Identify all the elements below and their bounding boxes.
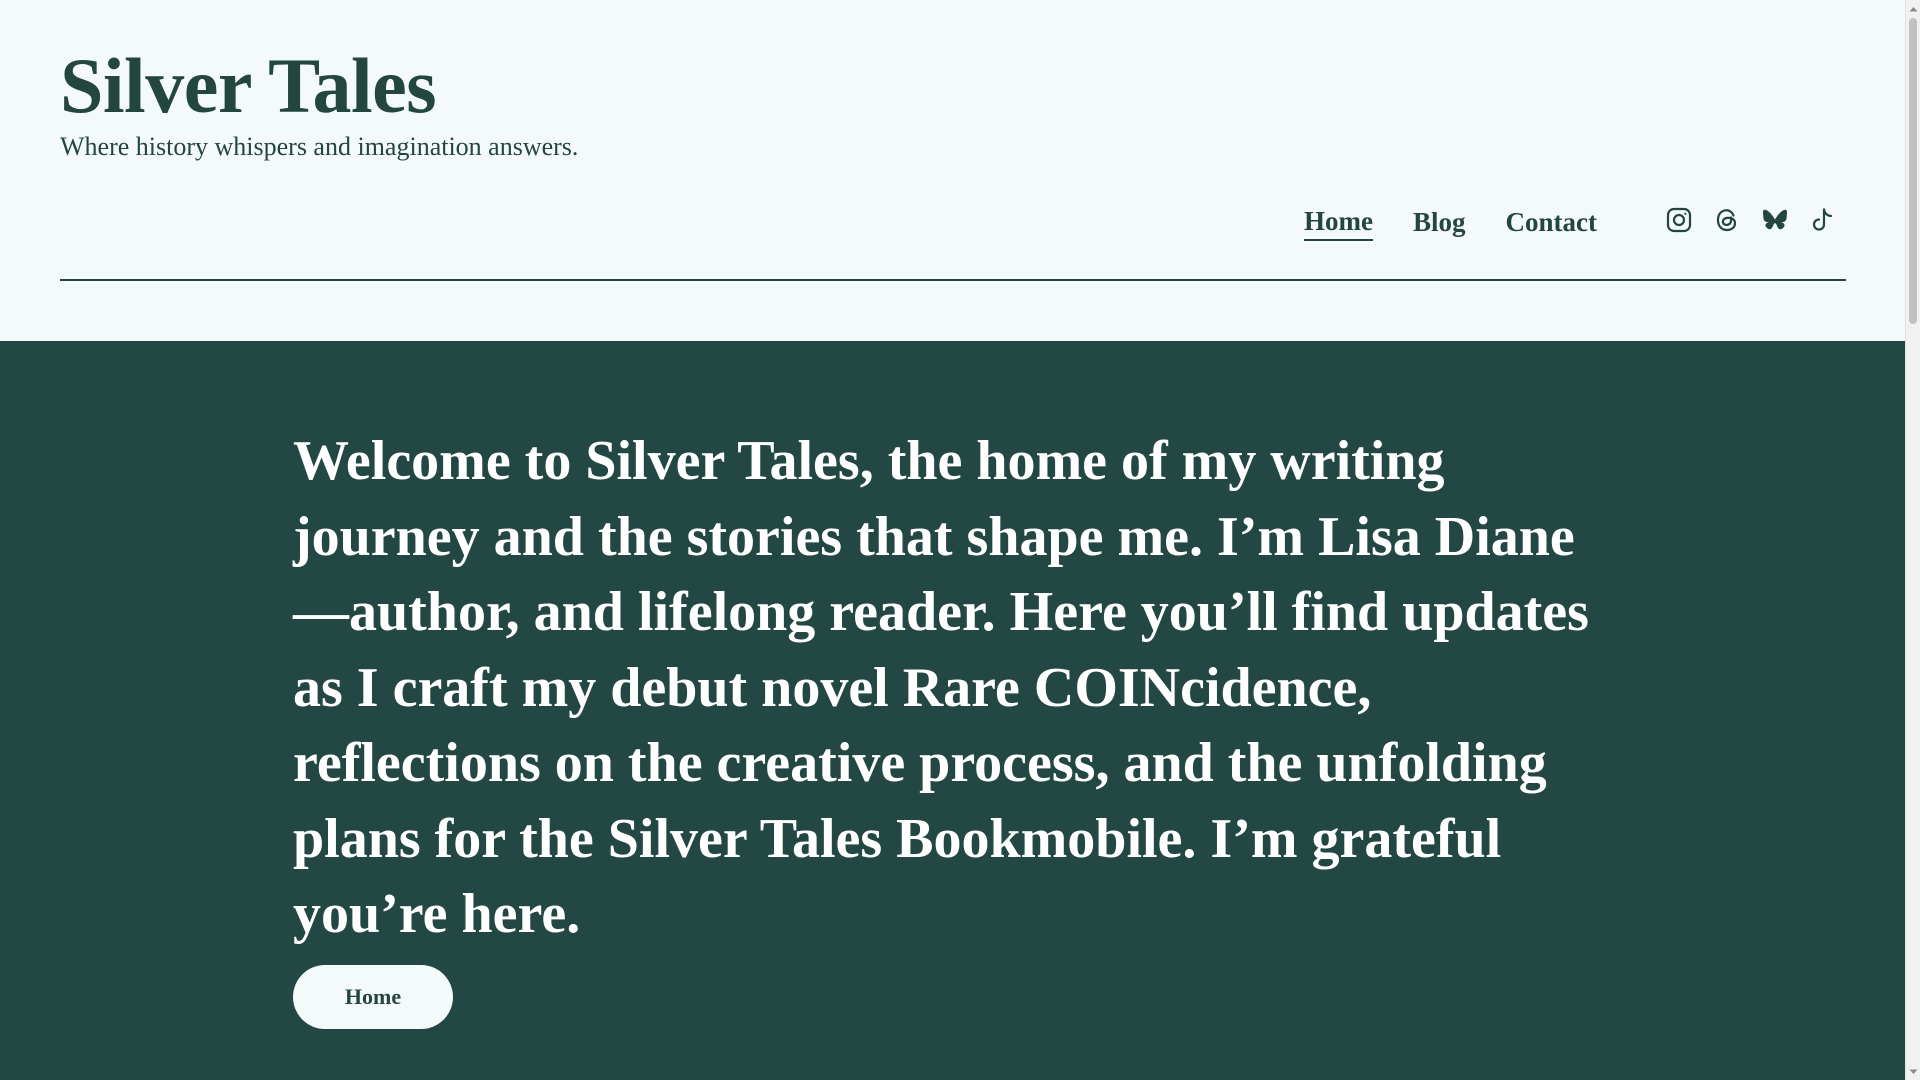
threads-icon[interactable] (1711, 204, 1743, 236)
scroll-up-icon[interactable] (1906, 0, 1920, 17)
nav-item-blog[interactable]: Blog (1413, 205, 1466, 239)
instagram-icon[interactable] (1663, 204, 1695, 236)
page: Silver Tales Where history whispers and … (0, 0, 1905, 1080)
vertical-scrollbar[interactable] (1905, 0, 1920, 1080)
scroll-down-icon[interactable] (1906, 1063, 1920, 1080)
hero-text: Welcome to Silver Tales, the home of my … (293, 430, 1589, 945)
bluesky-icon[interactable] (1759, 204, 1791, 236)
site-header: Silver Tales Where history whispers and … (0, 0, 1905, 341)
hero-section: Welcome to Silver Tales, the home of my … (0, 341, 1905, 1080)
site-tagline: Where history whispers and imagination a… (60, 132, 579, 161)
header-divider (60, 279, 1846, 281)
nav-item-home[interactable]: Home (1304, 204, 1373, 241)
tiktok-icon[interactable] (1807, 204, 1839, 236)
site-title[interactable]: Silver Tales (60, 38, 437, 134)
main-nav: Home Blog Contact (1304, 200, 1637, 244)
social-links (1663, 200, 1855, 240)
nav-item-contact[interactable]: Contact (1506, 205, 1597, 239)
scrollbar-thumb[interactable] (1909, 18, 1917, 324)
home-button[interactable]: Home (293, 965, 453, 1029)
